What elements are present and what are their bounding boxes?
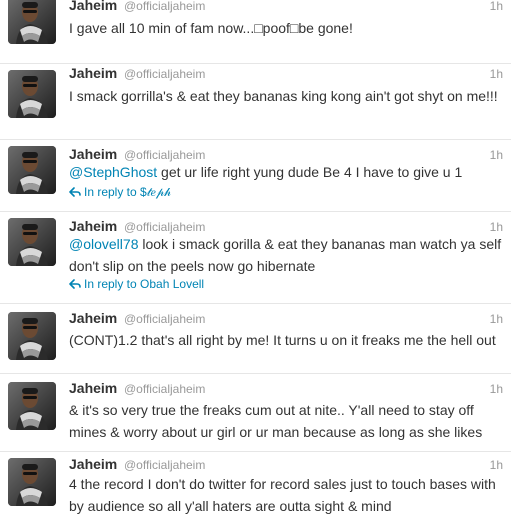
avatar[interactable] — [8, 312, 56, 360]
user-handle[interactable]: @officialjaheim — [124, 220, 205, 234]
user-handle[interactable]: @officialjaheim — [124, 458, 205, 472]
avatar[interactable] — [8, 218, 56, 266]
mention-link[interactable]: @StephGhost — [69, 164, 157, 180]
user-name[interactable]: Jaheim — [69, 65, 117, 81]
user-handle[interactable]: @officialjaheim — [124, 67, 205, 81]
reply-arrow-icon — [69, 279, 81, 289]
user-handle[interactable]: @officialjaheim — [124, 0, 205, 13]
in-reply-to-link[interactable]: In reply to Obah Lovell — [69, 277, 204, 291]
timestamp[interactable]: 1h — [490, 0, 503, 13]
avatar[interactable] — [8, 146, 56, 194]
user-name[interactable]: Jaheim — [69, 310, 117, 326]
avatar-photo — [8, 0, 56, 44]
avatar-photo — [8, 458, 56, 506]
tweet-body: get ur life right yung dude Be 4 I have … — [157, 164, 463, 180]
tweet-text: 4 the record I don't do twitter for reco… — [69, 473, 505, 517]
user-name[interactable]: Jaheim — [69, 380, 117, 396]
timestamp[interactable]: 1h — [490, 220, 503, 234]
tweet[interactable]: Jaheim @officialjaheim 1h @StephGhost ge… — [0, 140, 511, 212]
user-name[interactable]: Jaheim — [69, 456, 117, 472]
tweet-body: 4 the record I don't do twitter for reco… — [69, 476, 496, 514]
user-name[interactable]: Jaheim — [69, 0, 117, 13]
in-reply-to-label: In reply to Obah Lovell — [84, 277, 205, 291]
tweet[interactable]: Jaheim @officialjaheim 1h 4 the record I… — [0, 452, 511, 529]
tweet-text: I gave all 10 min of fam now...□poof□be … — [69, 17, 505, 39]
user-name[interactable]: Jaheim — [69, 146, 117, 162]
timestamp[interactable]: 1h — [490, 67, 503, 81]
tweet[interactable]: Jaheim @officialjaheim 1h I gave all 10 … — [0, 0, 511, 64]
in-reply-to-link[interactable]: In reply to $𝓉𝑒𝓅𝒽 — [69, 185, 171, 200]
avatar-photo — [8, 218, 56, 266]
tweet-text: & it's so very true the freaks cum out a… — [69, 399, 505, 443]
tweet[interactable]: Jaheim @officialjaheim 1h @olovell78 loo… — [0, 212, 511, 304]
mention-link[interactable]: @olovell78 — [69, 236, 138, 252]
reply-arrow-icon — [69, 187, 81, 197]
avatar-photo — [8, 312, 56, 360]
timestamp[interactable]: 1h — [490, 458, 503, 472]
tweet-feed: Jaheim @officialjaheim 1h I gave all 10 … — [0, 0, 511, 529]
tweet-text: @olovell78 look i smack gorilla & eat th… — [69, 233, 505, 277]
timestamp[interactable]: 1h — [490, 148, 503, 162]
avatar[interactable] — [8, 70, 56, 118]
in-reply-to-label: In reply to $𝓉𝑒𝓅𝒽 — [84, 185, 172, 199]
user-handle[interactable]: @officialjaheim — [124, 312, 205, 326]
tweet-body: I gave all 10 min of fam now...□poof□be … — [69, 20, 353, 36]
tweet[interactable]: Jaheim @officialjaheim 1h (CONT)1.2 that… — [0, 304, 511, 374]
user-name[interactable]: Jaheim — [69, 218, 117, 234]
timestamp[interactable]: 1h — [490, 312, 503, 326]
avatar-photo — [8, 382, 56, 430]
avatar[interactable] — [8, 458, 56, 506]
user-handle[interactable]: @officialjaheim — [124, 148, 205, 162]
tweet-text: @StephGhost get ur life right yung dude … — [69, 161, 505, 183]
timestamp[interactable]: 1h — [490, 382, 503, 396]
user-handle[interactable]: @officialjaheim — [124, 382, 205, 396]
tweet-text: I smack gorrilla's & eat they bananas ki… — [69, 85, 505, 107]
avatar[interactable] — [8, 382, 56, 430]
tweet-body: & it's so very true the freaks cum out a… — [69, 402, 483, 440]
tweet-body: I smack gorrilla's & eat they bananas ki… — [69, 88, 498, 104]
avatar-photo — [8, 146, 56, 194]
tweet-body: (CONT)1.2 that's all right by me! It tur… — [69, 332, 496, 348]
tweet-text: (CONT)1.2 that's all right by me! It tur… — [69, 329, 505, 351]
tweet[interactable]: Jaheim @officialjaheim 1h & it's so very… — [0, 374, 511, 452]
avatar[interactable] — [8, 0, 56, 44]
avatar-photo — [8, 70, 56, 118]
tweet[interactable]: Jaheim @officialjaheim 1h I smack gorril… — [0, 64, 511, 140]
